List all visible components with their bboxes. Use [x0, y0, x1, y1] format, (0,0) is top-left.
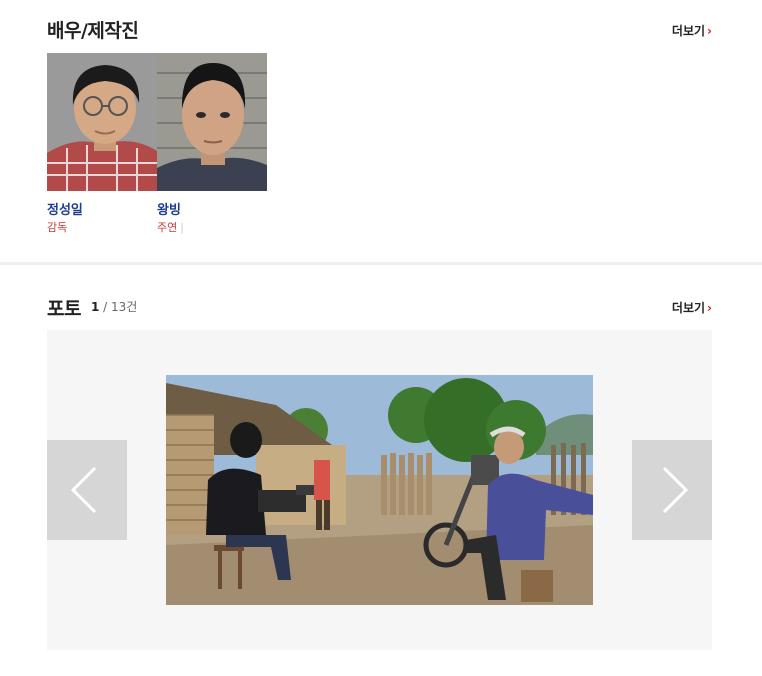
chevron-right-icon: › [707, 24, 712, 38]
cast-name[interactable]: 왕빙 [157, 199, 267, 218]
role-separator: | [180, 221, 184, 234]
cast-role: 주연 | [157, 221, 184, 234]
more-label: 더보기 [671, 301, 706, 315]
next-photo-button[interactable] [632, 440, 712, 540]
more-label: 더보기 [671, 24, 706, 38]
cast-list: 정성일 감독 왕빙 주연 | [47, 53, 267, 235]
cast-photo-wang-bing[interactable] [157, 53, 267, 191]
cast-photo-jung-sung-il[interactable] [47, 53, 157, 191]
photo-gallery [47, 330, 712, 650]
gallery-photo[interactable] [166, 375, 593, 605]
cast-section-title: 배우/제작진 [47, 20, 139, 42]
cast-more-link[interactable]: 더보기 › [672, 22, 712, 39]
cast-role: 감독 [47, 221, 68, 234]
photo-more-link[interactable]: 더보기 › [672, 299, 712, 316]
cast-item[interactable]: 정성일 감독 [47, 53, 157, 235]
chevron-right-icon [662, 466, 689, 514]
chevron-left-icon [70, 466, 97, 514]
photo-count: 1 / 13건 [91, 300, 138, 314]
photo-total: 13건 [111, 300, 138, 314]
photo-section-title: 포토 [47, 298, 81, 320]
photo-current: 1 [91, 300, 100, 314]
chevron-right-icon: › [707, 301, 712, 315]
cast-name[interactable]: 정성일 [47, 199, 157, 218]
section-divider [0, 262, 762, 265]
prev-photo-button[interactable] [47, 440, 127, 540]
cast-item[interactable]: 왕빙 주연 | [157, 53, 267, 235]
